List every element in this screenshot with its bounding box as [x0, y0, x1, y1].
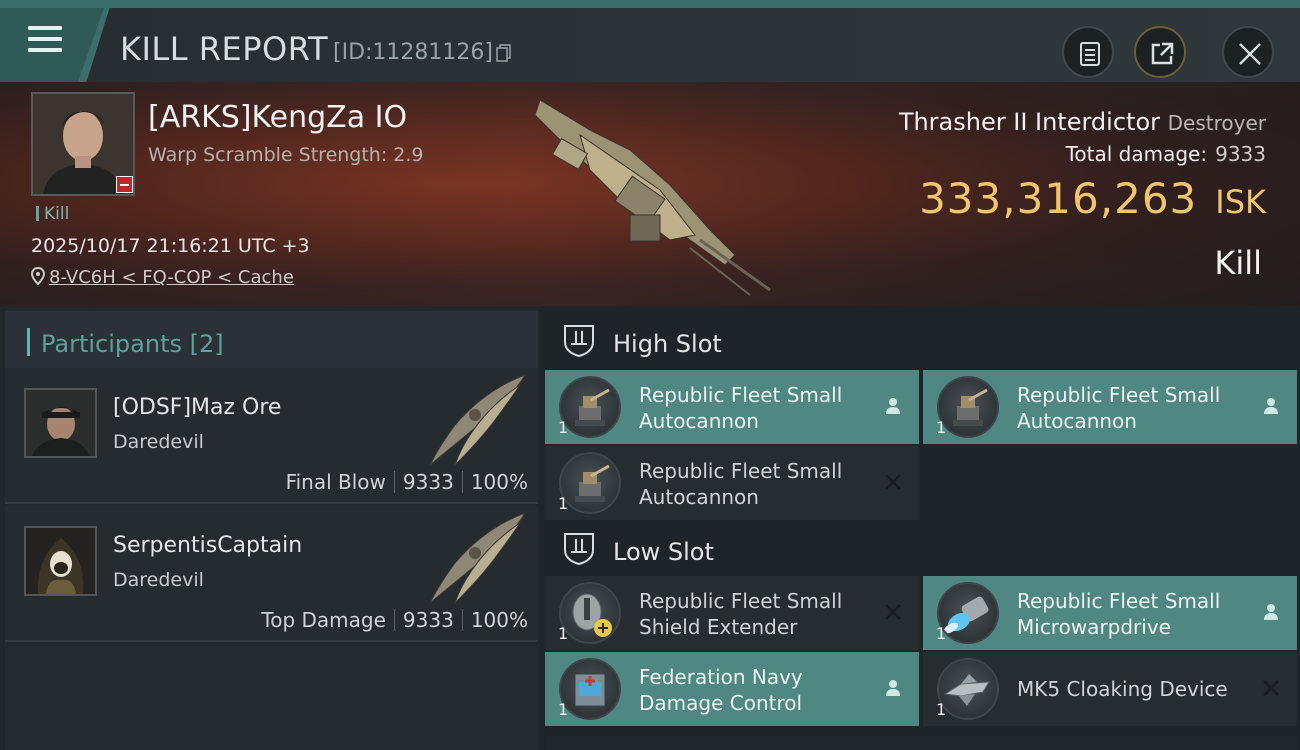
copy-icon[interactable] [496, 44, 512, 62]
module-item[interactable]: 1 Republic Fleet Small Microwarpdrive [923, 576, 1297, 650]
participant-avatar [24, 388, 97, 458]
location-link[interactable]: 8-VC6H < FQ-COP < Cache [49, 267, 294, 288]
fitted-person-icon [1264, 398, 1278, 414]
participant-ship-image [429, 512, 527, 604]
participant-ship: Daredevil [113, 569, 204, 591]
participant-damage: 9333 [402, 470, 454, 494]
microwarpdrive-icon [937, 582, 999, 644]
participants-header: Participants [2] [5, 311, 538, 369]
participants-panel: Participants [2] [ODSF]Maz Ore Daredevil… [0, 306, 540, 750]
high-slot-header: High Slot [545, 310, 1297, 370]
module-item[interactable]: 1 Republic Fleet Small Autocannon [545, 446, 919, 520]
kill-location[interactable]: 8-VC6H < FQ-COP < Cache [30, 266, 294, 288]
module-quantity: 1 [936, 418, 947, 437]
isk-value: 333,316,263 ISK [919, 174, 1266, 223]
module-item[interactable]: 1 MK5 Cloaking Device [923, 652, 1297, 726]
clipboard-icon [1080, 42, 1100, 66]
participant-stats: Top Damage 9333 100% [261, 608, 528, 632]
fitted-person-icon [886, 398, 900, 414]
kill-tag: Kill [36, 204, 69, 224]
autocannon-icon [937, 376, 999, 438]
module-item[interactable]: 1 Federation Navy Damage Control [545, 652, 919, 726]
ship-class: Destroyer [1167, 111, 1266, 135]
participant-role: Final Blow [285, 470, 386, 494]
participant-stats: Final Blow 9333 100% [286, 470, 528, 494]
victim-banner: [ARKS]KengZa IO Warp Scramble Strength: … [0, 82, 1300, 306]
module-name: Republic Fleet Small Autocannon [1017, 383, 1221, 433]
participant-avatar [24, 526, 97, 596]
warp-scramble-strength: Warp Scramble Strength: 2.9 [148, 144, 424, 166]
fitted-person-icon [1264, 604, 1278, 620]
external-link-icon [1151, 42, 1174, 65]
module-quantity: 1 [558, 700, 569, 719]
destroyed-x-icon [885, 604, 901, 620]
damage-control-icon [559, 658, 621, 720]
shield-extender-icon [559, 582, 621, 644]
page-title: KILL REPORT [120, 30, 329, 68]
hamburger-menu-icon [28, 26, 62, 56]
high-slot-icon [564, 325, 594, 358]
participant-damage: 9333 [402, 608, 454, 632]
close-button[interactable] [1222, 26, 1274, 78]
cloaking-device-icon [937, 658, 999, 720]
module-quantity: 1 [558, 624, 569, 643]
module-name: Federation Navy Damage Control [639, 665, 803, 715]
fitted-person-icon [886, 680, 900, 696]
report-id: [ID:11281126] [333, 40, 493, 65]
autocannon-icon [559, 452, 621, 514]
module-name: Republic Fleet Small Autocannon [639, 459, 843, 509]
destroyed-x-icon [1263, 680, 1279, 696]
kill-result-label: Kill [1214, 244, 1262, 282]
participant-row[interactable]: SerpentisCaptain Daredevil Top Damage 933… [5, 506, 538, 642]
victim-pilot-name[interactable]: [ARKS]KengZa IO [148, 100, 407, 135]
low-slot-icon [564, 533, 594, 566]
total-damage: Total damage: 9333 [1065, 142, 1266, 166]
module-item[interactable]: 1 Republic Fleet Small Shield Extender [545, 576, 919, 650]
autocannon-icon [559, 376, 621, 438]
clipboard-button[interactable] [1062, 26, 1114, 78]
module-quantity: 1 [558, 494, 569, 513]
destroyed-x-icon [885, 474, 901, 490]
kill-datetime: 2025/10/17 21:16:21 UTC +3 [31, 235, 310, 257]
low-slot-title: Low Slot [613, 538, 714, 566]
participant-name[interactable]: SerpentisCaptain [113, 533, 302, 558]
participant-row[interactable]: [ODSF]Maz Ore Daredevil Final Blow 9333 10… [5, 368, 538, 504]
module-name: MK5 Cloaking Device [1017, 677, 1228, 701]
participant-name[interactable]: [ODSF]Maz Ore [113, 395, 281, 420]
location-pin-icon [30, 266, 46, 286]
fitting-panel: High Slot 1 Republic Fleet Small Autocann… [540, 306, 1300, 750]
module-name: Republic Fleet Small Autocannon [639, 383, 843, 433]
participant-ship: Daredevil [113, 431, 204, 453]
module-quantity: 1 [936, 700, 947, 719]
low-slot-header: Low Slot [545, 518, 1297, 578]
close-icon [1239, 43, 1261, 65]
header-bar: KILL REPORT [ID:11281126] [0, 0, 1300, 90]
menu-button[interactable] [0, 0, 112, 90]
victim-ship-image [534, 99, 771, 296]
export-button[interactable] [1134, 26, 1186, 78]
module-item[interactable]: 1 Republic Fleet Small Autocannon [923, 370, 1297, 444]
module-quantity: 1 [936, 624, 947, 643]
loss-badge [116, 176, 133, 193]
high-slot-title: High Slot [613, 330, 722, 358]
next-slot-header-partial [545, 736, 1297, 750]
participant-percent: 100% [470, 470, 528, 494]
module-item[interactable]: 1 Republic Fleet Small Autocannon [545, 370, 919, 444]
victim-ship-name[interactable]: Thrasher II Interdictor Destroyer [899, 108, 1266, 136]
module-name: Republic Fleet Small Shield Extender [639, 589, 843, 639]
participant-role: Top Damage [261, 608, 386, 632]
participant-percent: 100% [470, 608, 528, 632]
module-quantity: 1 [558, 418, 569, 437]
participants-empty-area [5, 646, 538, 750]
module-name: Republic Fleet Small Microwarpdrive [1017, 589, 1221, 639]
participant-ship-image [429, 374, 527, 466]
